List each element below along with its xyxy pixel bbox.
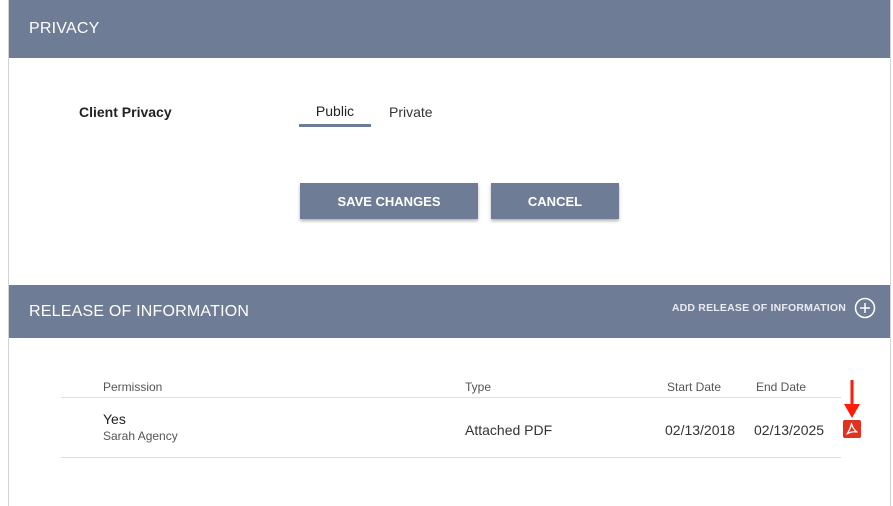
- privacy-title: PRIVACY: [29, 20, 100, 37]
- end-date-value: 02/13/2025: [754, 422, 825, 438]
- add-release-of-information-button[interactable]: ADD RELEASE OF INFORMATION: [672, 297, 876, 319]
- release-of-information-header: RELEASE OF INFORMATION ADD RELEASE OF IN…: [9, 285, 890, 338]
- cancel-button[interactable]: CANCEL: [491, 183, 619, 219]
- privacy-option-private[interactable]: Private: [389, 104, 433, 120]
- permission-value: Yes: [103, 411, 126, 427]
- client-privacy-label: Client Privacy: [79, 104, 172, 120]
- pdf-icon[interactable]: [843, 420, 861, 438]
- table-row-divider: [61, 397, 841, 398]
- start-date-value: 02/13/2018: [665, 422, 736, 438]
- privacy-header: PRIVACY: [9, 0, 890, 58]
- save-changes-button[interactable]: SAVE CHANGES: [300, 183, 478, 219]
- column-header-permission: Permission: [103, 380, 163, 394]
- release-of-information-title: RELEASE OF INFORMATION: [29, 303, 250, 320]
- column-header-start-date: Start Date: [667, 380, 722, 394]
- add-release-of-information-label: ADD RELEASE OF INFORMATION: [671, 302, 846, 314]
- table-row-divider: [61, 457, 841, 458]
- privacy-option-public[interactable]: Public: [299, 103, 371, 127]
- type-value: Attached PDF: [465, 422, 553, 438]
- app-frame: PRIVACY Client Privacy Public Private SA…: [8, 0, 891, 506]
- column-header-type: Type: [465, 380, 492, 394]
- cancel-label: CANCEL: [527, 193, 583, 209]
- agency-name: Sarah Agency: [103, 429, 178, 443]
- red-arrow-down-icon: [844, 380, 860, 418]
- column-header-end-date: End Date: [756, 380, 807, 394]
- save-changes-label: SAVE CHANGES: [337, 193, 441, 209]
- plus-circle-icon: [854, 297, 876, 319]
